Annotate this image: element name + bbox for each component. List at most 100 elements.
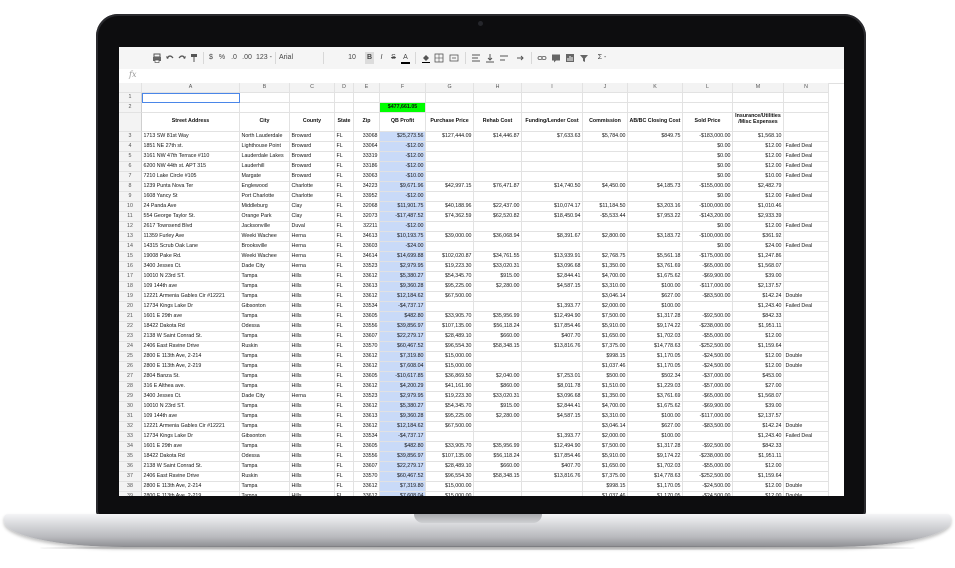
cell[interactable]: -$4,737.17: [380, 432, 426, 442]
cell[interactable]: Broward: [290, 132, 335, 142]
cell[interactable]: $100.00: [628, 432, 683, 442]
cell[interactable]: 554 George Taylor St.: [142, 212, 240, 222]
cell[interactable]: $5,910.00: [583, 452, 628, 462]
currency-icon[interactable]: $: [207, 52, 215, 64]
cell[interactable]: $14,778.63: [628, 342, 683, 352]
cell[interactable]: [784, 372, 829, 382]
cell[interactable]: Charlotte: [290, 182, 335, 192]
cell[interactable]: [583, 172, 628, 182]
cell[interactable]: -$65,000.00: [683, 392, 733, 402]
cell[interactable]: -$65,000.00: [683, 262, 733, 272]
cell[interactable]: $2,979.95: [380, 262, 426, 272]
cell[interactable]: 33523: [354, 392, 380, 402]
cell[interactable]: $58,348.15: [474, 342, 522, 352]
cell[interactable]: $1,675.62: [628, 402, 683, 412]
cell[interactable]: $1,243.40: [733, 302, 784, 312]
cell[interactable]: Dade City: [240, 392, 290, 402]
cell[interactable]: $7,375.00: [583, 342, 628, 352]
cell[interactable]: Broward: [290, 152, 335, 162]
cell[interactable]: [784, 262, 829, 272]
cell[interactable]: $25,273.56: [380, 132, 426, 142]
strikethrough-button[interactable]: S: [389, 52, 398, 64]
cell[interactable]: $35,956.99: [474, 312, 522, 322]
cell[interactable]: [335, 93, 354, 103]
column-header[interactable]: A: [142, 83, 240, 93]
cell[interactable]: [474, 103, 522, 113]
comment-icon[interactable]: [551, 52, 561, 64]
cell[interactable]: $1,568.07: [733, 262, 784, 272]
row-header[interactable]: 10: [119, 202, 142, 212]
cell[interactable]: $18,450.94: [522, 212, 583, 222]
cell[interactable]: Ruskin: [240, 342, 290, 352]
cell[interactable]: -$117,000.00: [683, 282, 733, 292]
cell[interactable]: [354, 103, 380, 113]
cell[interactable]: 33064: [354, 142, 380, 152]
cell[interactable]: $4,200.29: [380, 382, 426, 392]
cell[interactable]: Tampa: [240, 292, 290, 302]
cell[interactable]: [522, 152, 583, 162]
cell[interactable]: [240, 103, 290, 113]
cell[interactable]: $12,184.62: [380, 292, 426, 302]
row-header[interactable]: 23: [119, 332, 142, 342]
cell[interactable]: $60,467.52: [380, 342, 426, 352]
cell[interactable]: Tampa: [240, 402, 290, 412]
cell[interactable]: $33,905.70: [426, 312, 474, 322]
cell[interactable]: [628, 93, 683, 103]
cell[interactable]: [522, 422, 583, 432]
cell[interactable]: [142, 103, 240, 113]
cell[interactable]: $407.70: [522, 332, 583, 342]
cell[interactable]: Hills: [290, 452, 335, 462]
cell[interactable]: $1,568.10: [733, 132, 784, 142]
row-header[interactable]: 7: [119, 172, 142, 182]
cell[interactable]: Hills: [290, 412, 335, 422]
column-header[interactable]: K: [628, 83, 683, 93]
cell[interactable]: Clay: [290, 202, 335, 212]
cell[interactable]: 3161 NW 47th Terrace #110: [142, 152, 240, 162]
row-header[interactable]: 13: [119, 232, 142, 242]
cell[interactable]: FL: [335, 472, 354, 482]
cell[interactable]: [784, 282, 829, 292]
column-header[interactable]: I: [522, 83, 583, 93]
cell[interactable]: FL: [335, 162, 354, 172]
cell[interactable]: Brooksville: [240, 242, 290, 252]
cell[interactable]: $5,380.27: [380, 272, 426, 282]
cell[interactable]: $67,500.00: [426, 422, 474, 432]
cell[interactable]: $96,554.30: [426, 472, 474, 482]
cell[interactable]: FL: [335, 152, 354, 162]
cell[interactable]: 3400 Jesses Ct.: [142, 262, 240, 272]
cell[interactable]: [522, 352, 583, 362]
cell[interactable]: 33523: [354, 262, 380, 272]
cell[interactable]: 32068: [354, 202, 380, 212]
cell[interactable]: 6200 NW 44th st. APT 315: [142, 162, 240, 172]
cell[interactable]: Hills: [290, 462, 335, 472]
cell[interactable]: 18422 Dakota Rd: [142, 322, 240, 332]
row-header[interactable]: 26: [119, 362, 142, 372]
cell[interactable]: Double: [784, 292, 829, 302]
cell[interactable]: $15,000.00: [426, 352, 474, 362]
cell[interactable]: $9,174.22: [628, 322, 683, 332]
cell[interactable]: $1,229.03: [628, 382, 683, 392]
cell[interactable]: -$10.00: [380, 172, 426, 182]
cell[interactable]: $28,489.10: [426, 332, 474, 342]
cell[interactable]: $1,243.40: [733, 432, 784, 442]
cell[interactable]: $19,223.30: [426, 262, 474, 272]
cell[interactable]: 14315 Scrub Oak Lane: [142, 242, 240, 252]
cell[interactable]: $7,500.00: [583, 442, 628, 452]
row-header[interactable]: 31: [119, 412, 142, 422]
cell[interactable]: [784, 452, 829, 462]
cell[interactable]: -$12.00: [380, 162, 426, 172]
cell[interactable]: Hills: [290, 482, 335, 492]
cell[interactable]: $3,183.72: [628, 232, 683, 242]
cell[interactable]: $12,494.90: [522, 312, 583, 322]
percent-icon[interactable]: %: [218, 52, 226, 64]
row-header[interactable]: 35: [119, 452, 142, 462]
row-header[interactable]: 17: [119, 272, 142, 282]
cell[interactable]: [290, 103, 335, 113]
cell[interactable]: Failed Deal: [784, 222, 829, 232]
corner-cell[interactable]: [119, 83, 142, 93]
cell[interactable]: 33612: [354, 422, 380, 432]
cell[interactable]: Jacksonville: [240, 222, 290, 232]
cell[interactable]: $100.00: [628, 412, 683, 422]
cell[interactable]: $12.00: [733, 352, 784, 362]
cell[interactable]: [522, 103, 583, 113]
